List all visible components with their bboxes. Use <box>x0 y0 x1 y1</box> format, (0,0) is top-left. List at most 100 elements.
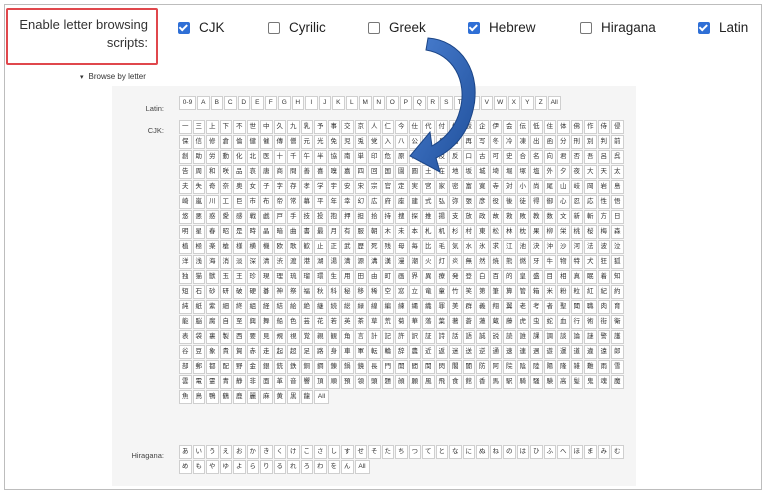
letter-button[interactable]: 春 <box>206 225 219 239</box>
letter-button[interactable]: 推 <box>422 210 435 224</box>
letter-button[interactable]: せ <box>354 445 367 459</box>
letter-button[interactable]: 要 <box>246 330 259 344</box>
letter-button[interactable]: 芸 <box>300 315 313 329</box>
letter-button[interactable]: 冷 <box>503 135 516 149</box>
letter-button[interactable]: 佛 <box>570 120 583 134</box>
letter-button[interactable]: 名 <box>530 150 543 164</box>
letter-button[interactable]: 作 <box>584 120 597 134</box>
letter-button[interactable]: 間 <box>408 360 421 374</box>
letter-button[interactable]: 軍 <box>354 345 367 359</box>
letter-button[interactable]: 善 <box>300 165 313 179</box>
letter-button[interactable]: よ <box>233 460 246 474</box>
letter-button[interactable]: 張 <box>462 195 475 209</box>
letter-button[interactable]: 塩 <box>530 165 543 179</box>
letter-button[interactable]: 鴨 <box>206 390 219 404</box>
letter-button[interactable]: 雪 <box>611 360 624 374</box>
letter-button[interactable]: 術 <box>584 315 597 329</box>
letter-button[interactable]: 硬 <box>246 285 259 299</box>
letter-button[interactable]: 発 <box>449 270 462 284</box>
letter-button[interactable]: 馬 <box>489 375 502 389</box>
letter-button[interactable]: 許 <box>395 330 408 344</box>
letter-button[interactable]: 君 <box>557 150 570 164</box>
letter-button[interactable]: 夫 <box>179 180 192 194</box>
letter-button[interactable]: 紙 <box>192 300 205 314</box>
letter-button[interactable]: く <box>273 445 286 459</box>
letter-button[interactable]: ほ <box>570 445 583 459</box>
letter-button[interactable]: 走 <box>260 345 273 359</box>
letter-button[interactable]: 閣 <box>449 360 462 374</box>
letter-button[interactable]: 聞 <box>570 300 583 314</box>
letter-button[interactable]: 問 <box>287 165 300 179</box>
letter-button[interactable]: 興 <box>246 315 259 329</box>
letter-button[interactable]: V <box>480 96 493 110</box>
letter-button[interactable]: 咲 <box>219 165 232 179</box>
letter-button[interactable]: 侵 <box>611 120 624 134</box>
letter-button[interactable]: 安 <box>341 180 354 194</box>
letter-button[interactable]: 罪 <box>435 300 448 314</box>
letter-button[interactable]: 止 <box>314 240 327 254</box>
letter-button[interactable]: 徒 <box>516 195 529 209</box>
letter-button[interactable]: R <box>426 96 439 110</box>
letter-button[interactable]: 感 <box>233 210 246 224</box>
letter-button[interactable]: 不 <box>233 120 246 134</box>
letter-button[interactable]: 上 <box>206 120 219 134</box>
letter-button[interactable]: 御 <box>543 195 556 209</box>
letter-button[interactable]: 頭 <box>368 375 381 389</box>
letter-button[interactable]: 後 <box>503 195 516 209</box>
letter-button[interactable]: 都 <box>206 360 219 374</box>
letter-button[interactable]: 投 <box>314 210 327 224</box>
letter-button[interactable]: 枕 <box>516 225 529 239</box>
letter-button[interactable]: や <box>206 460 219 474</box>
letter-button[interactable]: 非 <box>246 375 259 389</box>
letter-button[interactable]: い <box>192 445 205 459</box>
letter-button[interactable]: 終 <box>233 300 246 314</box>
letter-button[interactable]: 密 <box>449 180 462 194</box>
letter-button[interactable]: 国 <box>381 165 394 179</box>
letter-button[interactable]: 官 <box>381 180 394 194</box>
letter-button[interactable]: 粒 <box>570 285 583 299</box>
letter-button[interactable]: 犬 <box>584 255 597 269</box>
letter-button[interactable]: 仕 <box>408 120 421 134</box>
letter-button[interactable]: 生 <box>327 270 340 284</box>
letter-button[interactable]: 呂 <box>597 150 610 164</box>
letter-button[interactable]: 淡 <box>233 255 246 269</box>
letter-button[interactable]: 返 <box>435 345 448 359</box>
letter-button[interactable]: 欧 <box>273 240 286 254</box>
letter-button[interactable]: 口 <box>462 150 475 164</box>
letter-button[interactable]: 前 <box>611 135 624 149</box>
script-option-latin[interactable]: Latin <box>698 20 748 35</box>
letter-button[interactable]: 鋼 <box>314 360 327 374</box>
letter-button[interactable]: 紅 <box>584 285 597 299</box>
letter-button[interactable]: 歴 <box>354 240 367 254</box>
letter-button[interactable]: 舞 <box>260 315 273 329</box>
letter-button[interactable]: 開 <box>395 360 408 374</box>
letter-button[interactable]: ま <box>584 445 597 459</box>
letter-button[interactable]: Y <box>521 96 534 110</box>
letter-button[interactable]: 登 <box>462 270 475 284</box>
letter-button[interactable]: 異 <box>422 270 435 284</box>
letter-button[interactable]: 横 <box>246 240 259 254</box>
letter-button[interactable]: 予 <box>314 120 327 134</box>
letter-button[interactable]: 職 <box>584 300 597 314</box>
letter-button[interactable]: 広 <box>368 195 381 209</box>
letter-button[interactable]: 机 <box>435 225 448 239</box>
letter-button[interactable]: 絵 <box>287 300 300 314</box>
letter-button[interactable]: 語 <box>462 330 475 344</box>
letter-button[interactable]: 戯 <box>260 210 273 224</box>
letter-button[interactable]: ら <box>246 460 259 474</box>
letter-button[interactable]: 曲 <box>287 225 300 239</box>
letter-button[interactable]: 珍 <box>246 270 259 284</box>
letter-button[interactable]: 経 <box>260 300 273 314</box>
letter-button[interactable]: I <box>305 96 318 110</box>
letter-button[interactable]: 池 <box>516 240 529 254</box>
letter-button[interactable]: 転 <box>368 345 381 359</box>
letter-button[interactable]: 鶴 <box>219 390 232 404</box>
letter-button[interactable]: 砂 <box>206 285 219 299</box>
letter-button[interactable]: 葉 <box>435 315 448 329</box>
letter-button[interactable]: 冬 <box>489 135 502 149</box>
letter-button[interactable]: 史 <box>503 150 516 164</box>
letter-button[interactable]: 嗅 <box>327 165 340 179</box>
letter-button[interactable]: 様 <box>233 240 246 254</box>
letter-button[interactable]: 免 <box>327 135 340 149</box>
letter-button[interactable]: た <box>381 445 394 459</box>
